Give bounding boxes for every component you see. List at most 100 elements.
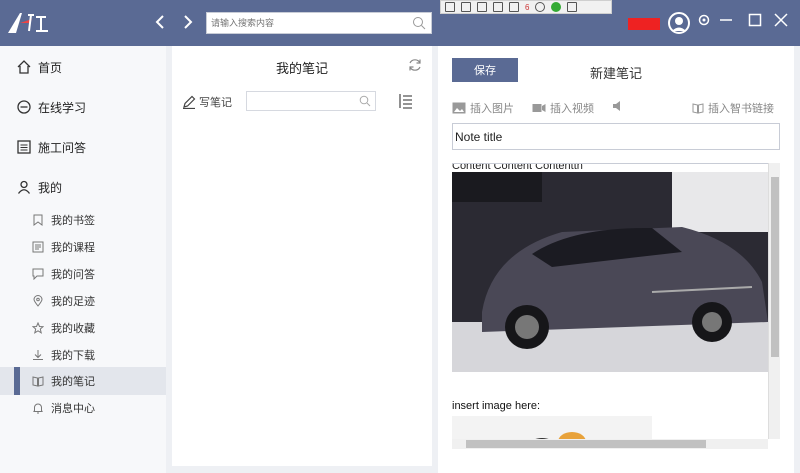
ext-page-icon[interactable]: [445, 2, 455, 12]
sidebar-item-my-qa[interactable]: 我的问答: [0, 260, 166, 288]
sidebar-item-label: 我的收藏: [51, 323, 95, 335]
back-button[interactable]: [150, 12, 170, 34]
vertical-scroll-thumb[interactable]: [771, 177, 779, 357]
sidebar-item-label: 首页: [38, 60, 63, 75]
active-indicator: [14, 367, 20, 395]
user-name-redacted[interactable]: [628, 18, 660, 30]
ext-screen-icon[interactable]: [461, 2, 471, 12]
download-icon: [32, 349, 44, 361]
search-icon[interactable]: [359, 95, 371, 107]
chevron-left-icon: [155, 15, 164, 29]
second-image-thumbnail: [452, 416, 652, 439]
gear-icon: [698, 14, 710, 26]
sidebar-item-home[interactable]: 首页: [0, 53, 166, 81]
insert-video-button[interactable]: 插入视频: [532, 100, 594, 116]
ext-badge-count[interactable]: 6: [525, 3, 529, 12]
sort-button[interactable]: [398, 93, 414, 112]
sidebar-item-bookmarks[interactable]: 我的书签: [0, 206, 166, 234]
notes-search: [246, 91, 376, 111]
insert-image-button[interactable]: 插入图片: [452, 100, 514, 116]
note-editor: 保存 新建笔记 插入图片 插入视频 插入智书链接 Content Content…: [438, 46, 794, 473]
speaker-icon: [613, 101, 620, 111]
settings-button[interactable]: [694, 12, 714, 34]
save-button[interactable]: 保存: [452, 58, 518, 82]
sidebar-item-label: 在线学习: [38, 100, 87, 115]
sidebar-item-online-learning[interactable]: 在线学习: [0, 93, 166, 121]
top-bar: 6: [0, 0, 800, 46]
sidebar-item-construction-qa[interactable]: 施工问答: [0, 133, 166, 161]
sidebar-item-downloads[interactable]: 我的下载: [0, 341, 166, 369]
note-content-text: Content Content Contenttn: [452, 163, 583, 172]
minimize-button[interactable]: [716, 12, 736, 34]
user-avatar-icon: [672, 17, 686, 31]
editor-title: 新建笔记: [589, 66, 642, 81]
horizontal-scroll-thumb[interactable]: [466, 440, 706, 448]
content-vertical-scrollbar[interactable]: [768, 163, 780, 439]
refresh-icon: [409, 59, 421, 71]
global-search: [206, 12, 432, 34]
sidebar-item-label: 我的下载: [51, 350, 95, 362]
sidebar-item-label: 我的: [38, 180, 63, 195]
sidebar-item-messages[interactable]: 消息中心: [0, 394, 166, 422]
content-horizontal-scrollbar[interactable]: [452, 439, 768, 449]
insert-audio-button[interactable]: [612, 100, 622, 112]
bookmark-icon: [32, 214, 44, 226]
minimize-icon: [720, 19, 732, 21]
search-icon[interactable]: [412, 16, 426, 30]
ext-frame-icon[interactable]: [493, 2, 503, 12]
sidebar-item-label: 我的笔记: [51, 376, 95, 388]
insert-image-label: 插入图片: [470, 103, 514, 115]
sidebar-item-favorites[interactable]: 我的收藏: [0, 314, 166, 342]
app-logo: [8, 13, 48, 33]
sidebar-item-label: 我的课程: [51, 242, 95, 254]
ext-check-icon[interactable]: [551, 2, 562, 12]
sidebar-item-notes[interactable]: 我的笔记: [0, 367, 166, 395]
sidebar: 首页 在线学习 施工问答 我的 我的书签 我的课程 我的问答 我的足迹 我的收藏…: [0, 46, 166, 473]
insert-image-hint: insert image here:: [452, 400, 541, 412]
sidebar-item-label: 我的足迹: [51, 296, 95, 308]
ext-grid-icon[interactable]: [509, 2, 519, 12]
search-input[interactable]: [207, 13, 407, 33]
ext-cursor-icon[interactable]: [477, 2, 487, 12]
close-button[interactable]: [771, 12, 791, 34]
sidebar-item-label: 消息中心: [51, 403, 95, 415]
close-icon: [774, 13, 788, 27]
pencil-icon: [183, 95, 196, 109]
extension-toolbar: 6: [440, 0, 612, 14]
ext-accessibility-icon[interactable]: [535, 2, 546, 12]
editor-toolbar: 插入图片 插入视频 插入智书链接: [452, 100, 782, 116]
book-link-icon: [692, 103, 704, 114]
insert-video-label: 插入视频: [550, 103, 594, 115]
sort-list-icon: [399, 94, 412, 109]
video-icon: [532, 104, 546, 112]
minus-circle-icon: [16, 99, 32, 115]
chat-icon: [32, 268, 44, 280]
note-title-input[interactable]: [452, 123, 780, 150]
location-icon: [32, 295, 44, 307]
image-icon: [452, 102, 466, 114]
insert-book-link-button[interactable]: 插入智书链接: [692, 100, 774, 116]
refresh-button[interactable]: [408, 58, 422, 75]
star-icon: [32, 322, 44, 334]
sidebar-item-footprints[interactable]: 我的足迹: [0, 287, 166, 315]
ext-close-icon[interactable]: [567, 2, 578, 12]
sidebar-item-label: 我的问答: [51, 269, 95, 281]
bell-icon: [32, 402, 44, 414]
chevron-right-icon: [184, 15, 193, 29]
notes-panel-title: 我的笔记: [275, 61, 328, 76]
sidebar-item-courses[interactable]: 我的课程: [0, 233, 166, 261]
sidebar-item-label: 我的书签: [51, 215, 95, 227]
home-icon: [16, 59, 32, 75]
car-photo-image: [452, 172, 768, 372]
book-icon: [32, 375, 44, 387]
sidebar-item-mine[interactable]: 我的: [0, 173, 166, 201]
forward-button[interactable]: [178, 12, 198, 34]
write-note-button[interactable]: 写笔记: [182, 94, 232, 110]
list-icon: [16, 139, 32, 155]
note-content-area[interactable]: Content Content Contenttn insert image h…: [452, 163, 780, 439]
notes-list-panel: 我的笔记 写笔记: [172, 46, 432, 466]
avatar[interactable]: [668, 12, 690, 34]
maximize-icon: [748, 13, 762, 27]
notes-search-input[interactable]: [247, 92, 357, 110]
maximize-button[interactable]: [745, 12, 765, 34]
